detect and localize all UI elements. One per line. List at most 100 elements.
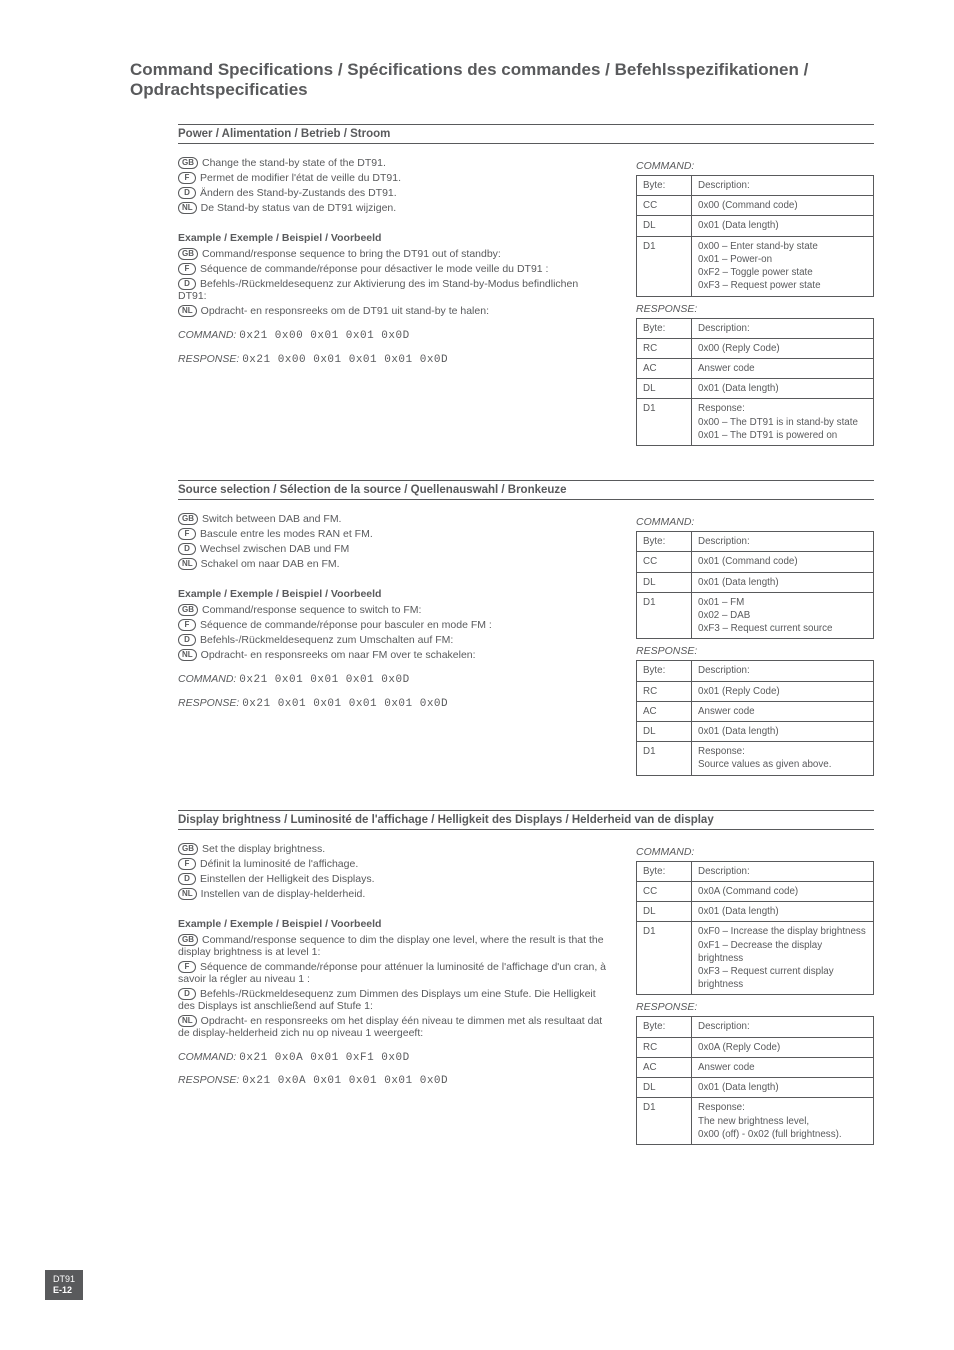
- resp-hex: 0x21 0x01 0x01 0x01 0x01 0x0D: [242, 698, 448, 710]
- response-table-title: RESPONSE:: [636, 1001, 874, 1013]
- cell-byte: DL: [637, 379, 692, 399]
- footer-page: E-12: [53, 1285, 72, 1295]
- line-gb: GBChange the stand-by state of the DT91.: [178, 157, 608, 169]
- section-brightness: Display brightness / Luminosité de l'aff…: [130, 810, 874, 1145]
- ex-d: DBefehls-/Rückmeldesequenz zur Aktivieru…: [178, 278, 608, 302]
- badge-nl: NL: [178, 649, 197, 661]
- table-row: D1Response: Source values as given above…: [637, 742, 874, 775]
- line-f: FBascule entre les modes RAN et FM.: [178, 528, 608, 540]
- command-line: COMMAND: 0x21 0x01 0x01 0x01 0x0D: [178, 673, 608, 686]
- badge-f: F: [178, 263, 196, 275]
- cell-description: 0x01 (Data length): [692, 572, 874, 592]
- ex-nl: NLOpdracht- en responsreeks om de DT91 u…: [178, 305, 608, 317]
- table-row: DL0x01 (Data length): [637, 379, 874, 399]
- cell-byte: D1: [637, 922, 692, 995]
- resp-hex: 0x21 0x0A 0x01 0x01 0x01 0x0D: [242, 1075, 448, 1087]
- th-byte: Byte:: [637, 318, 692, 338]
- text: Définit la luminosité de l'affichage.: [200, 858, 358, 870]
- command-table: Byte:Description:CC0x0A (Command code)DL…: [636, 861, 874, 996]
- text: Permet de modifier l'état de veille du D…: [200, 172, 401, 184]
- table-row: DL0x01 (Data length): [637, 216, 874, 236]
- table-row: D10xF0 – Increase the display brightness…: [637, 922, 874, 995]
- table-row: ACAnswer code: [637, 1057, 874, 1077]
- response-line: RESPONSE: 0x21 0x0A 0x01 0x01 0x01 0x0D: [178, 1074, 608, 1087]
- th-byte: Byte:: [637, 532, 692, 552]
- cell-byte: DL: [637, 216, 692, 236]
- badge-gb: GB: [178, 934, 198, 946]
- command-table: Byte:Description:CC0x00 (Command code)DL…: [636, 175, 874, 297]
- command-line: COMMAND: 0x21 0x0A 0x01 0xF1 0x0D: [178, 1051, 608, 1064]
- example-heading: Example / Exemple / Beispiel / Voorbeeld: [178, 918, 608, 930]
- text: Bascule entre les modes RAN et FM.: [200, 528, 373, 540]
- cell-byte: DL: [637, 1078, 692, 1098]
- table-row: D1Response: 0x00 – The DT91 is in stand-…: [637, 399, 874, 446]
- resp-label: RESPONSE:: [178, 353, 239, 365]
- table-row: RC0x0A (Reply Code): [637, 1037, 874, 1057]
- th-byte: Byte:: [637, 661, 692, 681]
- cell-description: Response: Source values as given above.: [692, 742, 874, 775]
- badge-f: F: [178, 961, 196, 973]
- text: Command/response sequence to switch to F…: [202, 604, 421, 616]
- text: Instellen van de display-helderheid.: [201, 888, 366, 900]
- cmd-hex: 0x21 0x00 0x01 0x01 0x0D: [239, 330, 409, 342]
- cell-description: 0x01 – FM 0x02 – DAB 0xF3 – Request curr…: [692, 592, 874, 639]
- cmd-label: COMMAND:: [178, 1051, 236, 1063]
- th-byte: Byte:: [637, 861, 692, 881]
- cell-byte: DL: [637, 722, 692, 742]
- cell-byte: AC: [637, 701, 692, 721]
- text: Séquence de commande/réponse pour bascul…: [200, 619, 492, 631]
- section-heading: Source selection / Sélection de la sourc…: [178, 484, 874, 496]
- text: Command/response sequence to dim the dis…: [178, 934, 604, 958]
- cell-description: 0x00 (Command code): [692, 196, 874, 216]
- badge-d: D: [178, 543, 196, 555]
- cell-byte: RC: [637, 681, 692, 701]
- line-nl: NLInstellen van de display-helderheid.: [178, 888, 608, 900]
- text: Set the display brightness.: [202, 843, 325, 855]
- badge-d: D: [178, 988, 196, 1000]
- line-gb: GBSet the display brightness.: [178, 843, 608, 855]
- badge-nl: NL: [178, 305, 197, 317]
- response-table-title: RESPONSE:: [636, 645, 874, 657]
- text: De Stand-by status van de DT91 wijzigen.: [201, 202, 397, 214]
- table-row: CC0x0A (Command code): [637, 881, 874, 901]
- line-d: DWechsel zwischen DAB und FM: [178, 543, 608, 555]
- ex-f: FSéquence de commande/réponse pour attén…: [178, 961, 608, 985]
- cell-byte: AC: [637, 358, 692, 378]
- footer-page-tab: DT91 E-12: [45, 1270, 83, 1300]
- ex-d: DBefehls-/Rückmeldesequenz zum Umschalte…: [178, 634, 608, 646]
- cell-byte: D1: [637, 742, 692, 775]
- cell-description: Answer code: [692, 358, 874, 378]
- badge-f: F: [178, 858, 196, 870]
- text: Schakel om naar DAB en FM.: [201, 558, 340, 570]
- ex-gb: GBCommand/response sequence to bring the…: [178, 248, 608, 260]
- cell-byte: RC: [637, 1037, 692, 1057]
- th-description: Description:: [692, 318, 874, 338]
- resp-label: RESPONSE:: [178, 1074, 239, 1086]
- cell-description: Answer code: [692, 1057, 874, 1077]
- table-row: CC0x01 (Command code): [637, 552, 874, 572]
- cell-byte: CC: [637, 881, 692, 901]
- section-heading: Power / Alimentation / Betrieb / Stroom: [178, 128, 874, 140]
- ex-gb: GBCommand/response sequence to switch to…: [178, 604, 608, 616]
- th-byte: Byte:: [637, 176, 692, 196]
- response-table: Byte:Description:RC0x01 (Reply Code)ACAn…: [636, 660, 874, 775]
- command-table-title: COMMAND:: [636, 846, 874, 858]
- text: Séquence de commande/réponse pour atténu…: [178, 961, 606, 985]
- cmd-label: COMMAND:: [178, 673, 236, 685]
- cell-description: 0x01 (Reply Code): [692, 681, 874, 701]
- response-table-title: RESPONSE:: [636, 303, 874, 315]
- th-description: Description:: [692, 661, 874, 681]
- example-heading: Example / Exemple / Beispiel / Voorbeeld: [178, 232, 608, 244]
- cell-description: 0x00 – Enter stand-by state 0x01 – Power…: [692, 236, 874, 296]
- cell-byte: RC: [637, 338, 692, 358]
- table-row: RC0x00 (Reply Code): [637, 338, 874, 358]
- badge-gb: GB: [178, 248, 198, 260]
- cell-description: 0x0A (Command code): [692, 881, 874, 901]
- line-f: FPermet de modifier l'état de veille du …: [178, 172, 608, 184]
- line-d: DÄndern des Stand-by-Zustands des DT91.: [178, 187, 608, 199]
- footer-model: DT91: [53, 1274, 75, 1284]
- cell-description: Answer code: [692, 701, 874, 721]
- text: Befehls-/Rückmeldesequenz zur Aktivierun…: [178, 278, 578, 302]
- cell-byte: DL: [637, 572, 692, 592]
- cell-description: 0x01 (Data length): [692, 216, 874, 236]
